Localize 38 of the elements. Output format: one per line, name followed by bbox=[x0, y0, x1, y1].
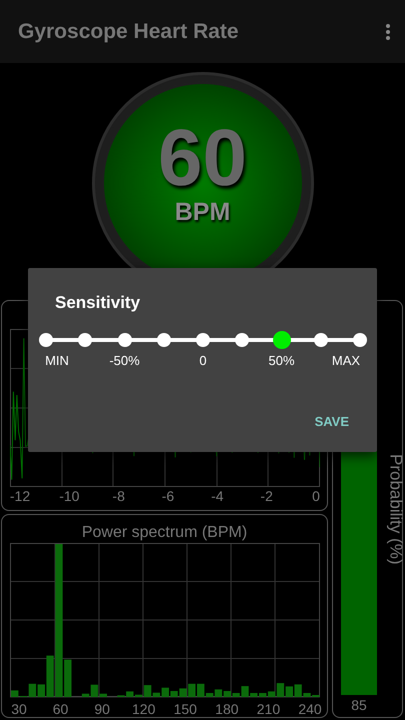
axis-label: -6 bbox=[162, 487, 174, 505]
axis-label: 150 bbox=[174, 700, 197, 718]
axis-label: 120 bbox=[132, 700, 156, 718]
probability-value: 85 bbox=[351, 696, 367, 715]
axis-label: 30 bbox=[11, 700, 27, 718]
slider-label: MAX bbox=[332, 352, 360, 370]
slider-label: 0 bbox=[199, 352, 207, 370]
axis-label: -4 bbox=[211, 487, 224, 505]
axis-label: 90 bbox=[94, 700, 110, 718]
probability-title: Probability (%) bbox=[386, 454, 405, 565]
slider-stop bbox=[196, 333, 210, 347]
axis-label: 210 bbox=[256, 700, 280, 718]
slider-stop bbox=[353, 333, 367, 347]
slider-label: -50% bbox=[109, 352, 140, 370]
axis-label: -2 bbox=[260, 487, 273, 505]
slider-stop bbox=[118, 333, 132, 347]
slider-label: 50% bbox=[268, 352, 295, 370]
sensitivity-slider[interactable] bbox=[38, 330, 368, 350]
axis-label: 60 bbox=[52, 700, 68, 718]
app-title: Gyroscope Heart Rate bbox=[18, 18, 239, 45]
bpm-unit: BPM bbox=[174, 198, 230, 226]
save-button[interactable]: SAVE bbox=[306, 408, 357, 436]
slider-label: MIN bbox=[45, 352, 69, 370]
slider-stop bbox=[235, 333, 250, 347]
slider-stop bbox=[156, 333, 171, 347]
overflow-menu-icon[interactable] bbox=[385, 22, 391, 40]
axis-label: -8 bbox=[112, 487, 125, 505]
slider-stop bbox=[314, 333, 328, 347]
axis-label: 180 bbox=[215, 700, 239, 718]
axis-label: 240 bbox=[298, 700, 322, 718]
axis-label: -10 bbox=[59, 487, 80, 505]
dialog-title: Sensitivity bbox=[55, 292, 140, 314]
spectrum-title: Power spectrum (BPM) bbox=[80, 523, 248, 543]
bpm-value: 60 bbox=[158, 118, 247, 198]
slider-stop bbox=[39, 333, 53, 347]
slider-stop bbox=[78, 333, 92, 347]
axis-label: -12 bbox=[10, 487, 30, 505]
axis-label: 0 bbox=[312, 487, 320, 505]
